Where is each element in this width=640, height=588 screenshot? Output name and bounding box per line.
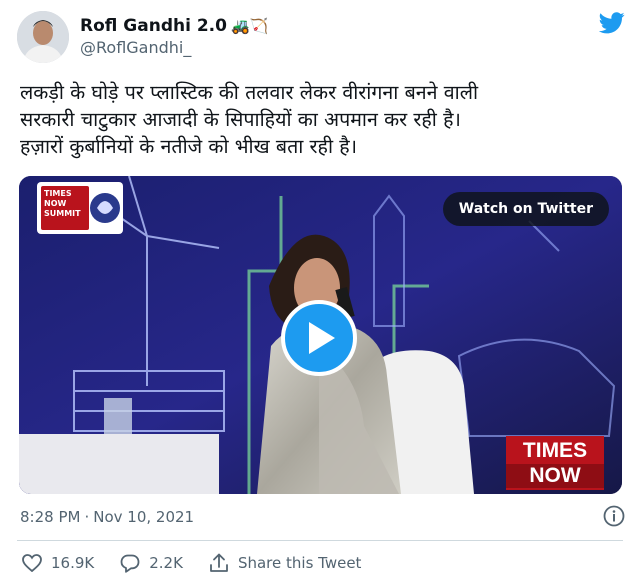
- share-button[interactable]: Share this Tweet: [209, 553, 361, 573]
- heart-icon: [22, 554, 42, 572]
- tweet-date[interactable]: Nov 10, 2021: [93, 508, 194, 526]
- play-button[interactable]: [281, 300, 357, 376]
- tweet-line: हज़ारों कुर्बानियों के नतीजे को भीख बता …: [20, 135, 358, 158]
- author-names: Rofl Gandhi 2.0 🚜🏹 @RoflGandhi_: [80, 15, 268, 59]
- divider: [17, 540, 623, 541]
- info-icon[interactable]: [603, 505, 625, 527]
- author-display-name-row[interactable]: Rofl Gandhi 2.0 🚜🏹: [80, 15, 268, 37]
- timestamp-separator: ·: [84, 508, 90, 526]
- video-media[interactable]: TIMES NOW SUMMIT Watch on Twitter TIMES …: [19, 176, 622, 494]
- tractor-bow-emoji: 🚜🏹: [230, 17, 269, 35]
- like-button[interactable]: 16.9K: [22, 554, 94, 572]
- reply-icon: [120, 554, 140, 573]
- ticker-line1: TIMES: [522, 439, 588, 462]
- tweet-timestamp[interactable]: 8:28 PM · Nov 10, 2021: [20, 508, 194, 526]
- logo-line1: TIMES: [44, 189, 72, 198]
- share-label: Share this Tweet: [237, 554, 362, 572]
- reply-count: 2.2K: [149, 554, 183, 572]
- tweet-actions: 16.9K 2.2K Share this Tweet: [22, 553, 387, 573]
- tweet-text: लकड़ी के घोड़े पर प्लास्टिक की तलवार लेक…: [20, 79, 625, 160]
- author-handle[interactable]: @RoflGandhi_: [80, 37, 268, 59]
- share-icon: [210, 553, 228, 572]
- watch-on-twitter-button[interactable]: Watch on Twitter: [442, 192, 609, 226]
- like-count: 16.9K: [51, 554, 95, 572]
- lion-emblem-icon: [90, 193, 120, 223]
- times-now-channel-logo: TIMES NOW: [506, 436, 604, 490]
- logo-line3: SUMMIT: [44, 209, 81, 218]
- reply-button[interactable]: 2.2K: [120, 554, 183, 573]
- tweet-header: Rofl Gandhi 2.0 🚜🏹 @RoflGandhi_: [17, 8, 625, 66]
- tweet-line: सरकारी चाटुकार आजादी के सिपाहियों का अपम…: [20, 108, 461, 131]
- times-now-summit-logo: TIMES NOW SUMMIT: [37, 182, 123, 234]
- ticker-line2: NOW: [506, 464, 604, 488]
- tweet-time[interactable]: 8:28 PM: [20, 508, 80, 526]
- play-icon: [309, 322, 335, 354]
- tweet-card: Rofl Gandhi 2.0 🚜🏹 @RoflGandhi_ लकड़ी के…: [0, 0, 640, 588]
- avatar[interactable]: [17, 11, 69, 63]
- author-display-name[interactable]: Rofl Gandhi 2.0: [80, 15, 227, 37]
- twitter-bird-icon[interactable]: [599, 12, 625, 34]
- logo-line2: NOW: [44, 199, 67, 208]
- tweet-line: लकड़ी के घोड़े पर प्लास्टिक की तलवार लेक…: [20, 81, 479, 104]
